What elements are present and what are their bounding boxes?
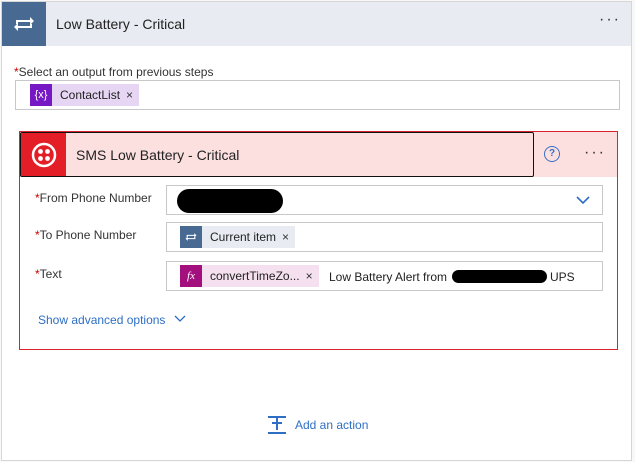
- loop-icon: [180, 226, 202, 248]
- loop-container: Low Battery - Critical ··· *Select an ou…: [1, 1, 632, 461]
- add-action-button[interactable]: Add an action: [267, 415, 368, 435]
- help-icon[interactable]: ?: [544, 146, 560, 162]
- token-label: convertTimeZo...: [210, 269, 300, 283]
- text-content-start: Low Battery Alert from: [329, 270, 448, 284]
- expression-icon: fx: [180, 265, 202, 287]
- more-options-icon[interactable]: ···: [599, 11, 621, 29]
- from-label: *From Phone Number: [35, 191, 152, 205]
- from-phone-dropdown[interactable]: [166, 185, 603, 215]
- select-output-label: *Select an output from previous steps: [14, 65, 214, 79]
- token-expression[interactable]: fx convertTimeZo... ×: [180, 265, 319, 287]
- loop-title: Low Battery - Critical: [56, 16, 186, 32]
- token-current-item[interactable]: Current item ×: [180, 226, 296, 248]
- chevron-down-icon[interactable]: [576, 196, 590, 205]
- variable-icon: {x}: [30, 84, 52, 106]
- token-label: Current item: [210, 230, 277, 244]
- action-title-box[interactable]: SMS Low Battery - Critical: [20, 132, 534, 177]
- to-phone-field[interactable]: Current item ×: [166, 222, 603, 252]
- select-output-field[interactable]: {x} ContactList ×: [15, 80, 620, 110]
- action-header[interactable]: SMS Low Battery - Critical ? ···: [20, 132, 617, 177]
- add-action-icon: [268, 416, 286, 434]
- sms-action-card: SMS Low Battery - Critical ? ··· *From P…: [19, 131, 618, 350]
- to-label: *To Phone Number: [35, 228, 137, 242]
- remove-token-icon[interactable]: ×: [282, 230, 295, 244]
- chevron-down-icon[interactable]: [174, 315, 186, 323]
- show-advanced-options-link[interactable]: Show advanced options: [38, 313, 165, 327]
- loop-icon: [2, 2, 46, 46]
- twilio-icon: [21, 133, 66, 176]
- text-label: *Text: [35, 267, 62, 281]
- more-options-icon[interactable]: ···: [584, 144, 606, 162]
- token-contactlist[interactable]: {x} ContactList ×: [30, 84, 140, 106]
- redacted-value: [177, 189, 283, 213]
- loop-header[interactable]: Low Battery - Critical ···: [2, 2, 631, 46]
- text-content-end: UPS: [550, 270, 575, 284]
- add-action-label: Add an action: [295, 418, 369, 432]
- token-label: ContactList: [60, 88, 121, 102]
- text-field[interactable]: fx convertTimeZo... × Low Battery Alert …: [166, 261, 603, 291]
- remove-token-icon[interactable]: ×: [126, 88, 139, 102]
- remove-token-icon[interactable]: ×: [306, 269, 319, 283]
- redacted-value: [452, 270, 547, 283]
- action-title: SMS Low Battery - Critical: [76, 147, 240, 163]
